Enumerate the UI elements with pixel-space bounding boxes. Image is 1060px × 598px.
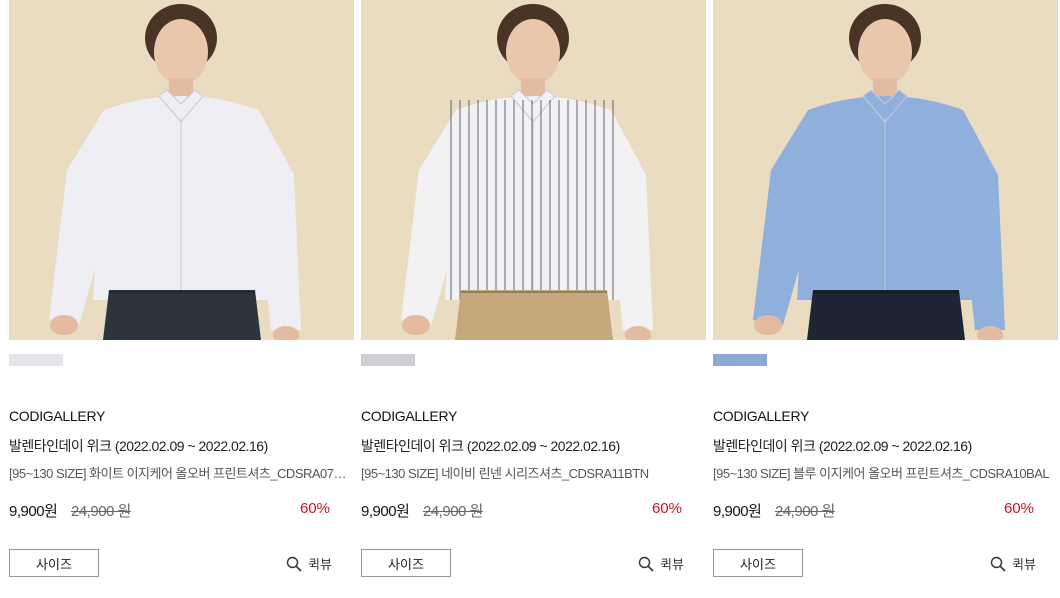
brand-name[interactable]: CODIGALLERY — [713, 408, 809, 424]
product-image[interactable] — [713, 0, 1058, 340]
product-image[interactable] — [361, 0, 706, 340]
promo-label: 발렌타인데이 위크 (2022.02.09 ~ 2022.02.16) — [361, 438, 620, 454]
product-name[interactable]: [95~130 SIZE] 네이비 린넨 시리즈셔츠_CDSRA11BTN — [361, 463, 701, 482]
product-card[interactable]: CODIGALLERY 발렌타인데이 위크 (2022.02.09 ~ 2022… — [361, 0, 706, 598]
quickview-button[interactable]: 퀵뷰 — [286, 554, 332, 573]
product-image[interactable] — [9, 0, 354, 340]
size-button[interactable]: 사이즈 — [713, 549, 803, 577]
brand-name[interactable]: CODIGALLERY — [361, 408, 457, 424]
promo-label: 발렌타인데이 위크 (2022.02.09 ~ 2022.02.16) — [713, 438, 972, 454]
model-blue-shirt-photo — [753, 4, 1005, 340]
color-swatch[interactable] — [713, 354, 767, 366]
model-striped-shirt-photo — [401, 4, 653, 340]
search-icon — [638, 556, 654, 572]
quickview-button[interactable]: 퀵뷰 — [638, 554, 684, 573]
original-price: 24,900 원 — [775, 503, 835, 520]
search-icon — [990, 556, 1006, 572]
product-name[interactable]: [95~130 SIZE] 화이트 이지케어 올오버 프린트셔츠_CDSRA07… — [9, 463, 349, 482]
color-swatch[interactable] — [9, 354, 63, 366]
product-name[interactable]: [95~130 SIZE] 블루 이지케어 올오버 프린트셔츠_CDSRA10B… — [713, 463, 1053, 482]
quickview-label: 퀵뷰 — [1012, 557, 1036, 572]
product-card[interactable]: CODIGALLERY 발렌타인데이 위크 (2022.02.09 ~ 2022… — [713, 0, 1058, 598]
size-button[interactable]: 사이즈 — [361, 549, 451, 577]
sale-price: 9,900원 — [361, 503, 410, 520]
sale-price: 9,900원 — [713, 503, 762, 520]
discount-rate: 60% — [299, 500, 330, 517]
quickview-button[interactable]: 퀵뷰 — [990, 554, 1036, 573]
color-swatch[interactable] — [361, 354, 415, 366]
quickview-label: 퀵뷰 — [308, 557, 332, 572]
original-price: 24,900 원 — [71, 503, 131, 520]
search-icon — [286, 556, 302, 572]
original-price: 24,900 원 — [423, 503, 483, 520]
brand-name[interactable]: CODIGALLERY — [9, 408, 105, 424]
discount-rate: 60% — [651, 500, 682, 517]
size-button[interactable]: 사이즈 — [9, 549, 99, 577]
promo-label: 발렌타인데이 위크 (2022.02.09 ~ 2022.02.16) — [9, 438, 268, 454]
model-white-shirt-photo — [49, 4, 301, 340]
product-card[interactable]: CODIGALLERY 발렌타인데이 위크 (2022.02.09 ~ 2022… — [9, 0, 354, 598]
product-grid: CODIGALLERY 발렌타인데이 위크 (2022.02.09 ~ 2022… — [0, 0, 1060, 598]
discount-rate: 60% — [1003, 500, 1034, 517]
quickview-label: 퀵뷰 — [660, 557, 684, 572]
sale-price: 9,900원 — [9, 503, 58, 520]
